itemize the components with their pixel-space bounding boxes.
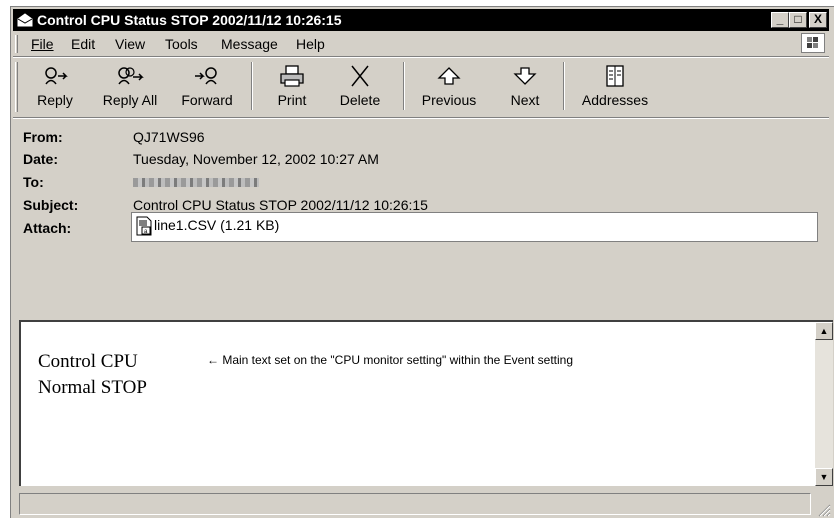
forward-icon [195, 67, 217, 85]
previous-button[interactable]: Previous [409, 58, 489, 116]
addresses-label: Addresses [581, 92, 649, 108]
status-bar [19, 489, 833, 517]
toolbar-separator [251, 62, 253, 110]
date-label: Date: [23, 151, 59, 167]
forward-label: Forward [181, 92, 233, 108]
down-arrow-icon [513, 67, 537, 85]
print-button[interactable]: Print [259, 58, 325, 116]
body-line-2: Normal STOP [38, 377, 147, 398]
date-value: Tuesday, November 12, 2002 10:27 AM [133, 151, 379, 167]
reply-icon [45, 67, 68, 85]
message-body[interactable]: Control CPU ← Main text set on the "CPU … [19, 320, 833, 486]
scroll-up-button[interactable]: ▲ [815, 322, 833, 340]
delete-label: Delete [339, 92, 381, 108]
reply-all-icon [118, 67, 144, 85]
redacted-address [133, 178, 259, 187]
menu-help-label: Help [296, 36, 325, 52]
previous-label: Previous [421, 92, 477, 108]
status-panel [19, 493, 811, 515]
reply-label: Reply [37, 92, 73, 108]
attach-label: Attach: [23, 220, 72, 236]
menu-grip [15, 35, 18, 53]
next-label: Next [510, 92, 540, 108]
reply-button[interactable]: Reply [27, 58, 83, 116]
body-line-1: Control CPU [38, 351, 138, 372]
menu-tools[interactable]: Tools [165, 36, 198, 52]
menu-file-label: File [31, 36, 54, 52]
delete-button[interactable]: Delete [327, 58, 393, 116]
forward-button[interactable]: Forward [169, 58, 245, 116]
up-arrow-icon [437, 67, 461, 85]
menu-view[interactable]: View [115, 36, 145, 52]
to-value-redacted[interactable] [133, 174, 259, 190]
next-button[interactable]: Next [493, 58, 557, 116]
title-bar[interactable]: Control CPU Status STOP 2002/11/12 10:26… [13, 9, 829, 31]
toolbar-separator-bottom [13, 117, 829, 119]
subject-label: Subject: [23, 197, 79, 213]
subject-value: Control CPU Status STOP 2002/11/12 10:26… [133, 197, 428, 213]
reply-all-label: Reply All [102, 92, 158, 108]
menu-message-label: Message [221, 36, 278, 52]
maximize-button[interactable]: □ [789, 12, 807, 28]
scroll-down-button[interactable]: ▼ [815, 468, 833, 486]
resize-grip-icon[interactable] [817, 503, 831, 517]
attachment-field: a line1.CSV (1.21 KB) [131, 212, 818, 242]
address-book-icon [606, 65, 624, 87]
toolbar-separator [563, 62, 565, 110]
annotation-note: ← Main text set on the "CPU monitor sett… [207, 353, 574, 367]
menu-message[interactable]: Message [221, 36, 278, 52]
menu-bar: File Edit View Tools Message Help [13, 33, 829, 55]
to-label: To: [23, 174, 44, 190]
menu-view-label: View [115, 36, 146, 52]
attachment-name[interactable]: line1.CSV (1.21 KB) [154, 217, 279, 233]
toolbar: Reply Reply All Forward Print Delete Pre… [13, 58, 829, 116]
toolbar-separator [403, 62, 405, 110]
menu-tools-label: Tools [165, 36, 198, 52]
mail-window: Control CPU Status STOP 2002/11/12 10:26… [10, 6, 834, 518]
toolbar-grip [15, 62, 18, 112]
menu-file[interactable]: File [31, 36, 54, 52]
close-button[interactable]: X [809, 12, 827, 28]
menu-help[interactable]: Help [296, 36, 325, 52]
window-title: Control CPU Status STOP 2002/11/12 10:26… [37, 12, 342, 28]
printer-icon [280, 65, 304, 87]
print-label: Print [277, 92, 307, 108]
envelope-icon [17, 13, 33, 27]
from-value[interactable]: QJ71WS96 [133, 129, 205, 145]
reply-all-button[interactable]: Reply All [93, 58, 167, 116]
menu-edit-label: Edit [71, 36, 96, 52]
windows-logo-icon [801, 33, 825, 53]
addresses-button[interactable]: Addresses [569, 58, 661, 116]
menu-edit[interactable]: Edit [71, 36, 95, 52]
minimize-button[interactable]: _ [771, 12, 789, 28]
from-label: From: [23, 129, 63, 145]
csv-file-icon[interactable]: a [136, 216, 152, 236]
vertical-scrollbar[interactable]: ▲ ▼ [815, 322, 833, 486]
delete-icon [351, 65, 369, 87]
